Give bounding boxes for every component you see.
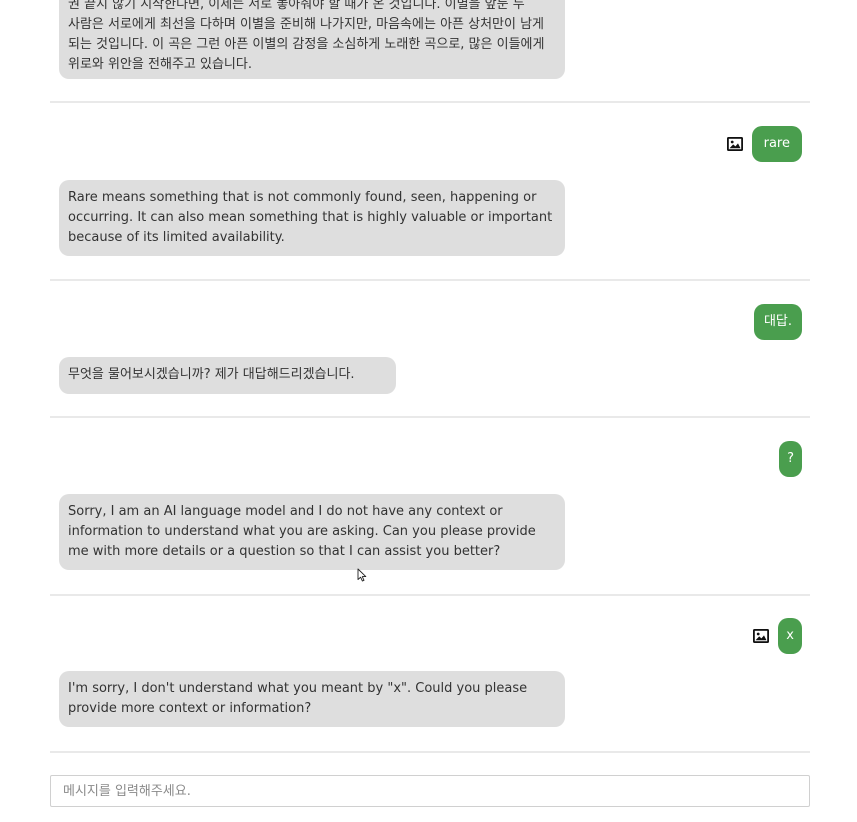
chat-exchange: ? Sorry, I am an AI language model and I…: [50, 418, 810, 596]
user-message: ?: [779, 441, 802, 477]
image-icon[interactable]: [726, 136, 744, 152]
user-message: 대답.: [753, 304, 802, 340]
chat-log: 권 끝지 않기 시작한다면, 이제는 서로 놓아줘야 할 때가 온 것입니다. …: [50, 0, 810, 753]
bot-message: 권 끝지 않기 시작한다면, 이제는 서로 놓아줘야 할 때가 온 것입니다. …: [59, 0, 565, 79]
user-message-row: x: [50, 596, 810, 654]
user-message: rare: [751, 126, 802, 162]
user-message-row: ?: [50, 418, 810, 477]
bot-message: Sorry, I am an AI language model and I d…: [59, 494, 565, 570]
bot-message: I'm sorry, I don't understand what you m…: [59, 671, 565, 727]
chat-exchange: 권 끝지 않기 시작한다면, 이제는 서로 놓아줘야 할 때가 온 것입니다. …: [50, 0, 810, 103]
message-input[interactable]: [50, 775, 810, 807]
chat-exchange: rare Rare means something that is not co…: [50, 103, 810, 281]
user-message-row: 대답.: [50, 281, 810, 340]
chat-page: 권 끝지 않기 시작한다면, 이제는 서로 놓아줘야 할 때가 온 것입니다. …: [0, 0, 857, 822]
user-message-row: rare: [50, 103, 810, 162]
image-icon[interactable]: [752, 628, 770, 644]
chat-exchange: 대답. 무엇을 물어보시겠습니까? 제가 대답해드리겠습니다.: [50, 281, 810, 418]
bot-message: Rare means something that is not commonl…: [59, 180, 565, 256]
bot-message: 무엇을 물어보시겠습니까? 제가 대답해드리겠습니다.: [59, 357, 396, 394]
mouse-pointer-icon: [357, 567, 367, 582]
user-message: x: [778, 618, 802, 654]
chat-exchange: x I'm sorry, I don't understand what you…: [50, 596, 810, 753]
